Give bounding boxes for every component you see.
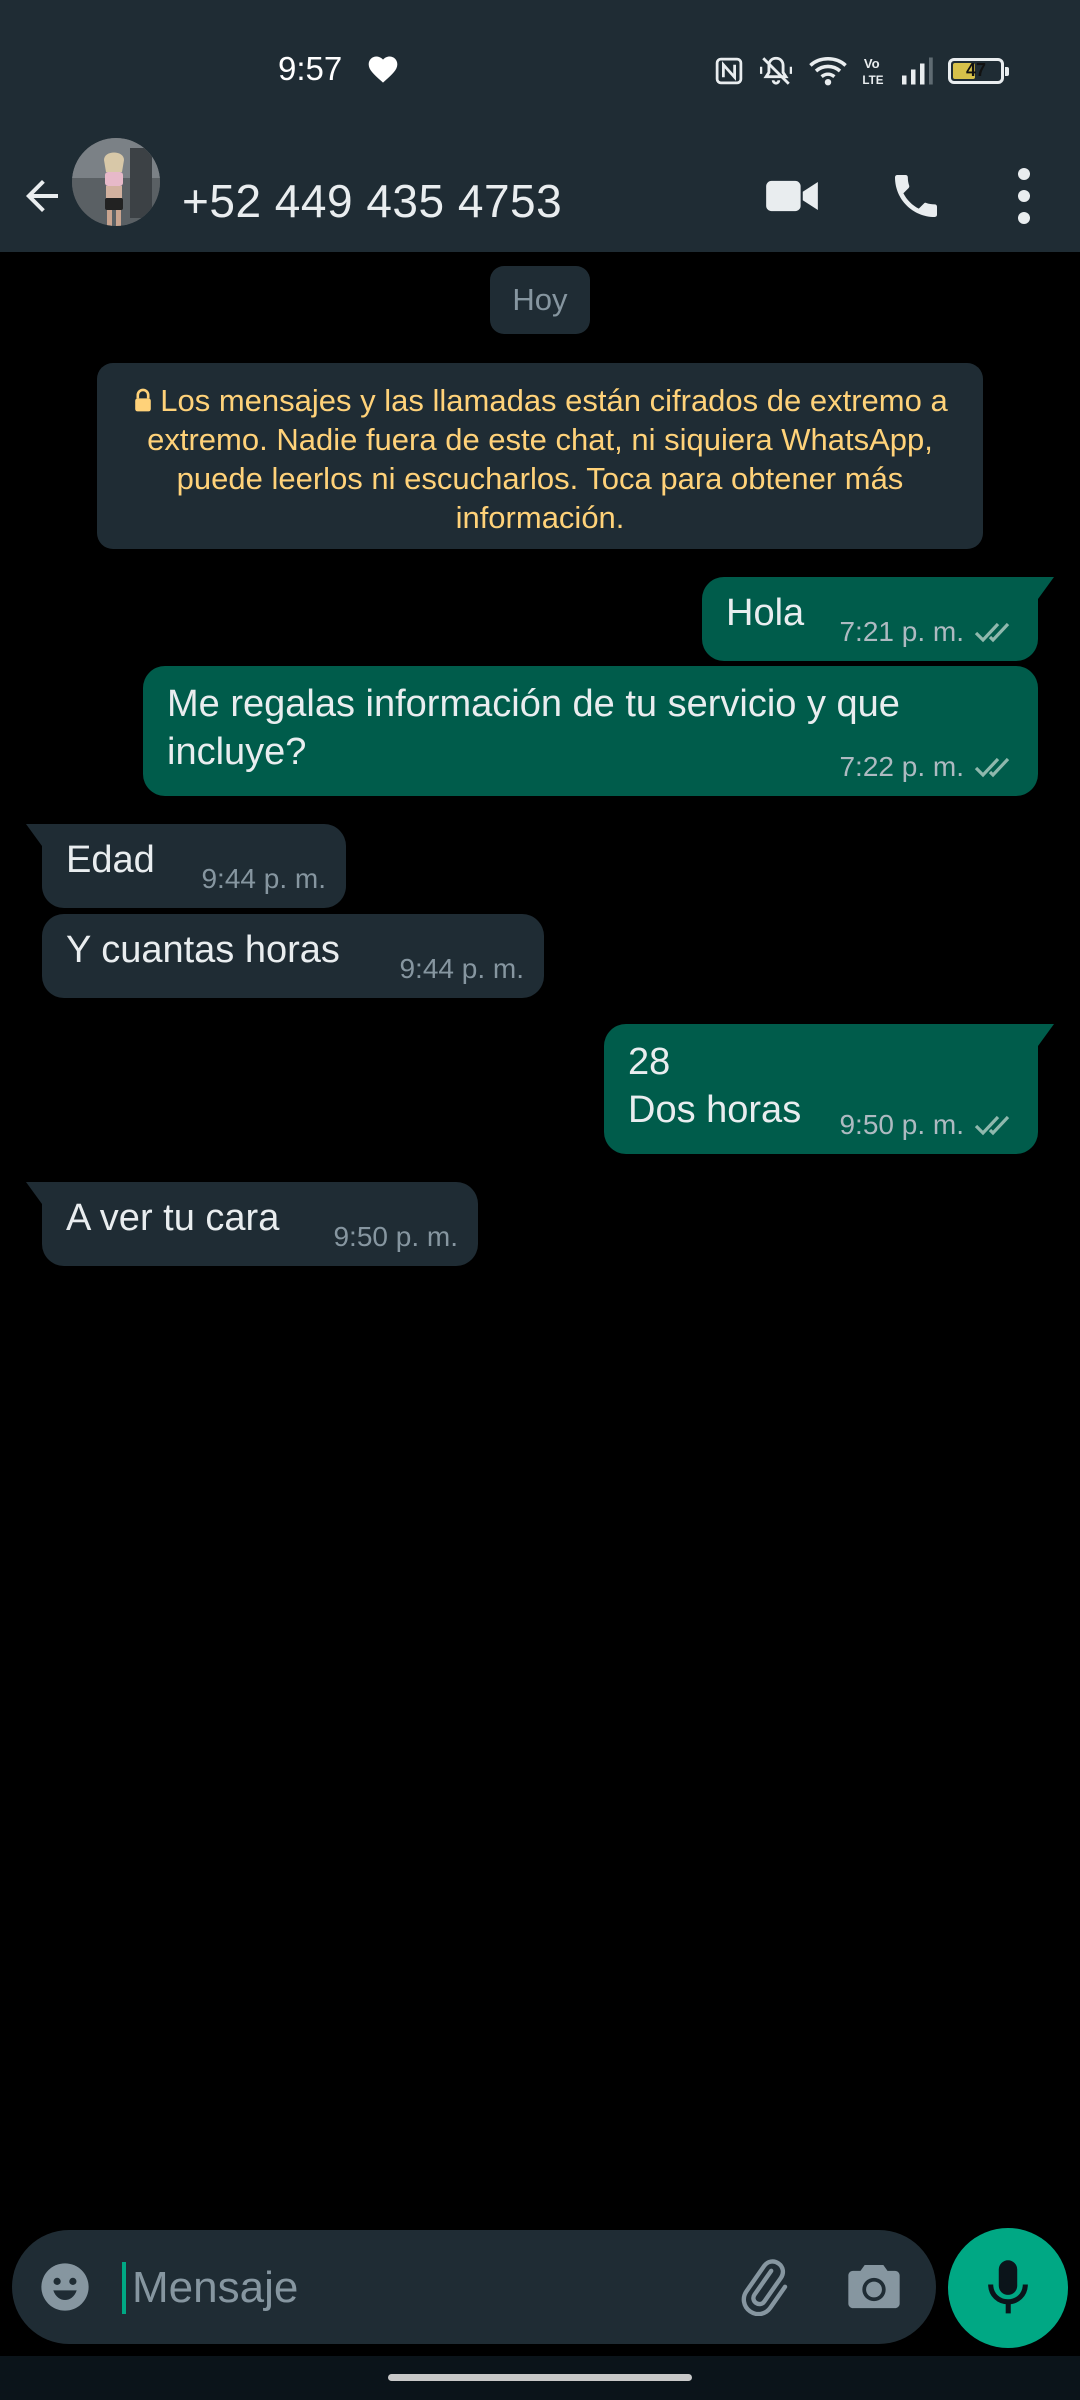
- lock-icon: [135, 388, 152, 412]
- message-text: Y cuantas horas: [66, 929, 340, 971]
- heart-icon: [368, 56, 398, 83]
- status-bar: 9:57 Vo LTE 47: [0, 0, 1080, 142]
- double-check-icon: [974, 1115, 1010, 1136]
- message-meta: 9:44 p. m.: [201, 864, 326, 894]
- phone-icon[interactable]: [888, 168, 944, 224]
- message-meta: 9:50 p. m.: [333, 1222, 458, 1252]
- bubble-tail: [1024, 1024, 1054, 1046]
- message-text-line2: Dos horas: [628, 1089, 802, 1131]
- message-time: 9:44 p. m.: [201, 863, 326, 894]
- message-outgoing[interactable]: Hola 7:21 p. m.: [702, 577, 1054, 661]
- contact-name[interactable]: +52 449 435 4753: [182, 174, 562, 228]
- message-time: 7:21 p. m.: [839, 616, 964, 647]
- message-time: 9:50 p. m.: [839, 1109, 964, 1140]
- avatar-photo: [72, 138, 160, 226]
- svg-text:LTE: LTE: [862, 74, 883, 87]
- chat-header: +52 449 435 4753: [0, 138, 1080, 252]
- status-time: 9:57: [278, 50, 343, 87]
- encryption-notice[interactable]: Los mensajes y las llamadas están cifrad…: [97, 363, 983, 549]
- vibrate-off-icon: [759, 56, 793, 85]
- double-check-icon: [974, 622, 1010, 643]
- wifi-icon: [809, 57, 847, 86]
- double-check-icon: [974, 757, 1010, 778]
- message-outgoing[interactable]: 28 Dos horas 9:50 p. m.: [604, 1024, 1054, 1154]
- attach-icon[interactable]: [734, 2258, 792, 2316]
- message-incoming[interactable]: Y cuantas horas 9:44 p. m.: [42, 914, 544, 998]
- mic-button[interactable]: [948, 2228, 1068, 2348]
- mic-icon: [988, 2260, 1028, 2314]
- battery-level: 47: [965, 60, 987, 80]
- message-text-line1: 28: [628, 1041, 671, 1083]
- message-meta: 9:50 p. m.: [839, 1110, 1018, 1140]
- bubble-tail: [26, 1182, 56, 1204]
- bubble-tail: [1024, 577, 1054, 599]
- more-vert-icon[interactable]: [1004, 162, 1044, 230]
- signal-icon: [902, 57, 933, 85]
- svg-text:Vo: Vo: [864, 56, 880, 71]
- message-input[interactable]: [130, 2254, 714, 2322]
- home-indicator[interactable]: [388, 2374, 692, 2381]
- message-meta: 7:22 p. m.: [839, 752, 1018, 782]
- message-time: 7:22 p. m.: [839, 751, 964, 782]
- message-time: 9:44 p. m.: [399, 953, 524, 984]
- avatar[interactable]: [72, 138, 160, 226]
- message-incoming[interactable]: Edad 9:44 p. m.: [26, 824, 346, 908]
- emoji-icon[interactable]: [38, 2260, 92, 2314]
- volte-icon: Vo LTE: [862, 56, 883, 87]
- date-chip: Hoy: [490, 266, 590, 334]
- nfc-icon: [715, 57, 743, 85]
- text-cursor: [122, 2262, 126, 2314]
- bubble-tail: [26, 824, 56, 846]
- message-outgoing[interactable]: Me regalas información de tu servicio y …: [143, 666, 1038, 796]
- battery-icon: 47: [948, 58, 1009, 84]
- back-arrow-icon[interactable]: [18, 172, 66, 220]
- message-time: 9:50 p. m.: [333, 1221, 458, 1252]
- message-meta: 7:21 p. m.: [839, 617, 1018, 647]
- message-text: A ver tu cara: [66, 1197, 280, 1239]
- message-text: Hola: [726, 592, 805, 634]
- message-meta: 9:44 p. m.: [399, 954, 524, 984]
- message-composer: [12, 2230, 936, 2344]
- video-call-icon[interactable]: [764, 170, 820, 222]
- message-incoming[interactable]: A ver tu cara 9:50 p. m.: [26, 1182, 478, 1266]
- encryption-notice-text: Los mensajes y las llamadas están cifrad…: [147, 383, 948, 535]
- camera-icon[interactable]: [846, 2260, 902, 2312]
- message-text: Edad: [66, 839, 155, 881]
- chat-area[interactable]: Hoy Los mensajes y las llamadas están ci…: [0, 252, 1080, 2222]
